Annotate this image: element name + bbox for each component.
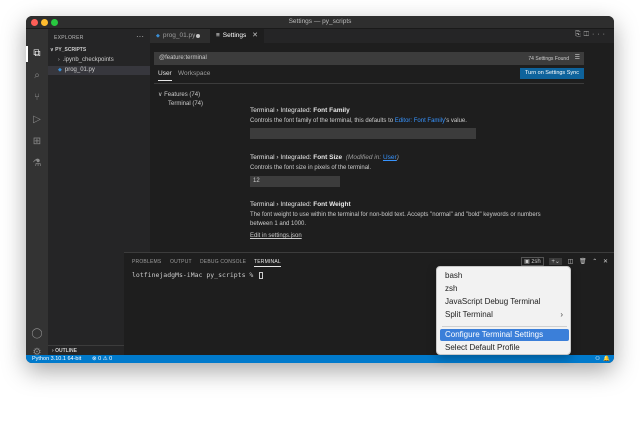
tab-debug-console[interactable]: DEBUG CONSOLE bbox=[200, 259, 246, 265]
notifications-icon[interactable]: 🔔 bbox=[603, 355, 610, 363]
unsaved-dot-icon bbox=[196, 34, 200, 38]
font-size-input[interactable]: 12 bbox=[250, 176, 340, 187]
search-value: @feature:terminal bbox=[159, 55, 207, 61]
tree-item-prog01[interactable]: ◆ prog_01.py bbox=[48, 66, 150, 75]
tab-problems[interactable]: PROBLEMS bbox=[132, 259, 161, 265]
terminal-shell-selector[interactable]: ▣ zsh bbox=[521, 257, 544, 266]
settings-tab-icon: ≡ bbox=[216, 32, 220, 39]
close-icon[interactable]: ✕ bbox=[252, 29, 258, 43]
menu-item-js-debug-terminal[interactable]: JavaScript Debug Terminal bbox=[440, 296, 569, 308]
new-terminal-button[interactable]: +⌄ bbox=[549, 258, 562, 265]
tab-terminal[interactable]: TERMINAL bbox=[254, 259, 281, 267]
settings-found-count: 74 Settings Found bbox=[528, 55, 569, 62]
toc-terminal[interactable]: Terminal (74) bbox=[168, 101, 203, 107]
menu-item-select-default-profile[interactable]: Select Default Profile bbox=[440, 342, 569, 354]
terminal-cursor bbox=[259, 271, 264, 279]
editor-tabs: ◆ prog_01.py ≡ Settings ✕ ⎘◫··· bbox=[150, 29, 614, 43]
setting-font-size-desc: Controls the font size in pixels of the … bbox=[250, 165, 372, 171]
font-family-input[interactable] bbox=[250, 128, 476, 139]
close-panel-icon[interactable]: ✕ bbox=[603, 258, 608, 265]
terminal-prompt: lotfinejadgMs-iMac py_scripts % bbox=[132, 271, 258, 279]
run-debug-icon[interactable]: ▷ bbox=[31, 114, 43, 126]
python-file-icon: ◆ bbox=[156, 33, 160, 39]
extensions-icon[interactable]: ⊞ bbox=[31, 136, 43, 148]
tab-prog01[interactable]: ◆ prog_01.py bbox=[150, 29, 210, 43]
active-indicator bbox=[26, 46, 28, 62]
terminal-output[interactable]: lotfinejadgMs-iMac py_scripts % bbox=[132, 271, 264, 279]
status-bar: Python 3.10.1 64-bit ⊗ 0 ⚠ 0 ⚇ 🔔 bbox=[26, 355, 614, 363]
tab-workspace-settings[interactable]: Workspace bbox=[178, 70, 210, 81]
title-bar: Settings — py_scripts bbox=[26, 16, 614, 29]
account-icon[interactable]: ◯ bbox=[31, 328, 43, 340]
editor-font-family-link[interactable]: Editor: Font Family bbox=[395, 118, 445, 124]
chevron-right-icon: › bbox=[58, 57, 60, 63]
settings-search-input[interactable]: @feature:terminal 74 Settings Found ☰ bbox=[154, 52, 584, 65]
testing-icon[interactable]: ⚗ bbox=[31, 158, 43, 170]
explorer-icon[interactable]: ⧉ bbox=[31, 48, 43, 60]
trash-icon[interactable]: 🗑 bbox=[579, 258, 587, 265]
tab-user-settings[interactable]: User bbox=[158, 70, 172, 81]
tab-output[interactable]: OUTPUT bbox=[170, 259, 192, 265]
chevron-up-icon[interactable]: ⌃ bbox=[592, 258, 597, 265]
activity-bar: ⧉ ⌕ ⑂ ▷ ⊞ ⚗ ◯ ⚙ bbox=[26, 29, 48, 358]
source-control-icon[interactable]: ⑂ bbox=[31, 92, 43, 104]
menu-item-bash[interactable]: bash bbox=[440, 270, 569, 282]
feedback-icon[interactable]: ⚇ bbox=[595, 355, 600, 363]
chevron-right-icon: › bbox=[560, 310, 563, 319]
problems-status[interactable]: ⊗ 0 ⚠ 0 bbox=[92, 355, 112, 363]
open-json-icon[interactable]: ⎘ bbox=[575, 31, 584, 38]
folder-py-scripts[interactable]: ∨ PY_SCRIPTS bbox=[50, 47, 86, 53]
modified-in-user-link[interactable]: User bbox=[383, 154, 397, 161]
folder-label: PY_SCRIPTS bbox=[55, 47, 87, 53]
menu-item-split-terminal[interactable]: Split Terminal › bbox=[440, 309, 569, 321]
panel-actions: ▣ zsh +⌄ ◫ 🗑 ⌃ ✕ bbox=[517, 257, 608, 266]
setting-font-family-desc: Controls the font family of the terminal… bbox=[250, 118, 467, 124]
explorer-header: EXPLORER bbox=[54, 35, 84, 41]
python-interpreter-status[interactable]: Python 3.10.1 64-bit bbox=[32, 355, 81, 363]
menu-separator bbox=[442, 326, 567, 327]
tab-settings[interactable]: ≡ Settings ✕ bbox=[210, 29, 264, 43]
more-actions-icon[interactable]: ··· bbox=[136, 32, 144, 41]
python-file-icon: ◆ bbox=[58, 67, 62, 73]
turn-on-sync-button[interactable]: Turn on Settings Sync bbox=[520, 68, 584, 79]
setting-font-family-title: Terminal › Integrated: Font Family bbox=[250, 107, 350, 114]
edit-in-settings-json-link[interactable]: Edit in settings.json bbox=[250, 233, 302, 239]
more-actions-icon[interactable]: ··· bbox=[592, 31, 608, 38]
filter-icon[interactable]: ☰ bbox=[575, 54, 580, 61]
setting-font-size-title: Terminal › Integrated: Font Size (Modifi… bbox=[250, 154, 399, 161]
editor-actions: ⎘◫··· bbox=[575, 31, 608, 39]
tree-item-checkpoints[interactable]: › .ipynb_checkpoints bbox=[58, 56, 114, 65]
window-title: Settings — py_scripts bbox=[288, 18, 352, 25]
setting-font-weight-title: Terminal › Integrated: Font Weight bbox=[250, 201, 351, 208]
terminal-icon: ▣ bbox=[524, 259, 530, 265]
modified-indicator: (Modified in: User) bbox=[345, 154, 399, 161]
menu-item-zsh[interactable]: zsh bbox=[440, 283, 569, 295]
setting-font-weight-desc: The font weight to use within the termin… bbox=[250, 212, 541, 227]
scope-divider bbox=[154, 83, 584, 84]
toc-features[interactable]: ∨ Features (74) bbox=[158, 91, 200, 98]
split-terminal-icon[interactable]: ◫ bbox=[568, 258, 574, 265]
split-editor-icon[interactable]: ◫ bbox=[584, 31, 592, 38]
search-icon[interactable]: ⌕ bbox=[31, 70, 43, 82]
menu-item-configure-terminal-settings[interactable]: Configure Terminal Settings bbox=[440, 329, 569, 341]
new-terminal-dropdown-menu: bash zsh JavaScript Debug Terminal Split… bbox=[436, 266, 571, 355]
